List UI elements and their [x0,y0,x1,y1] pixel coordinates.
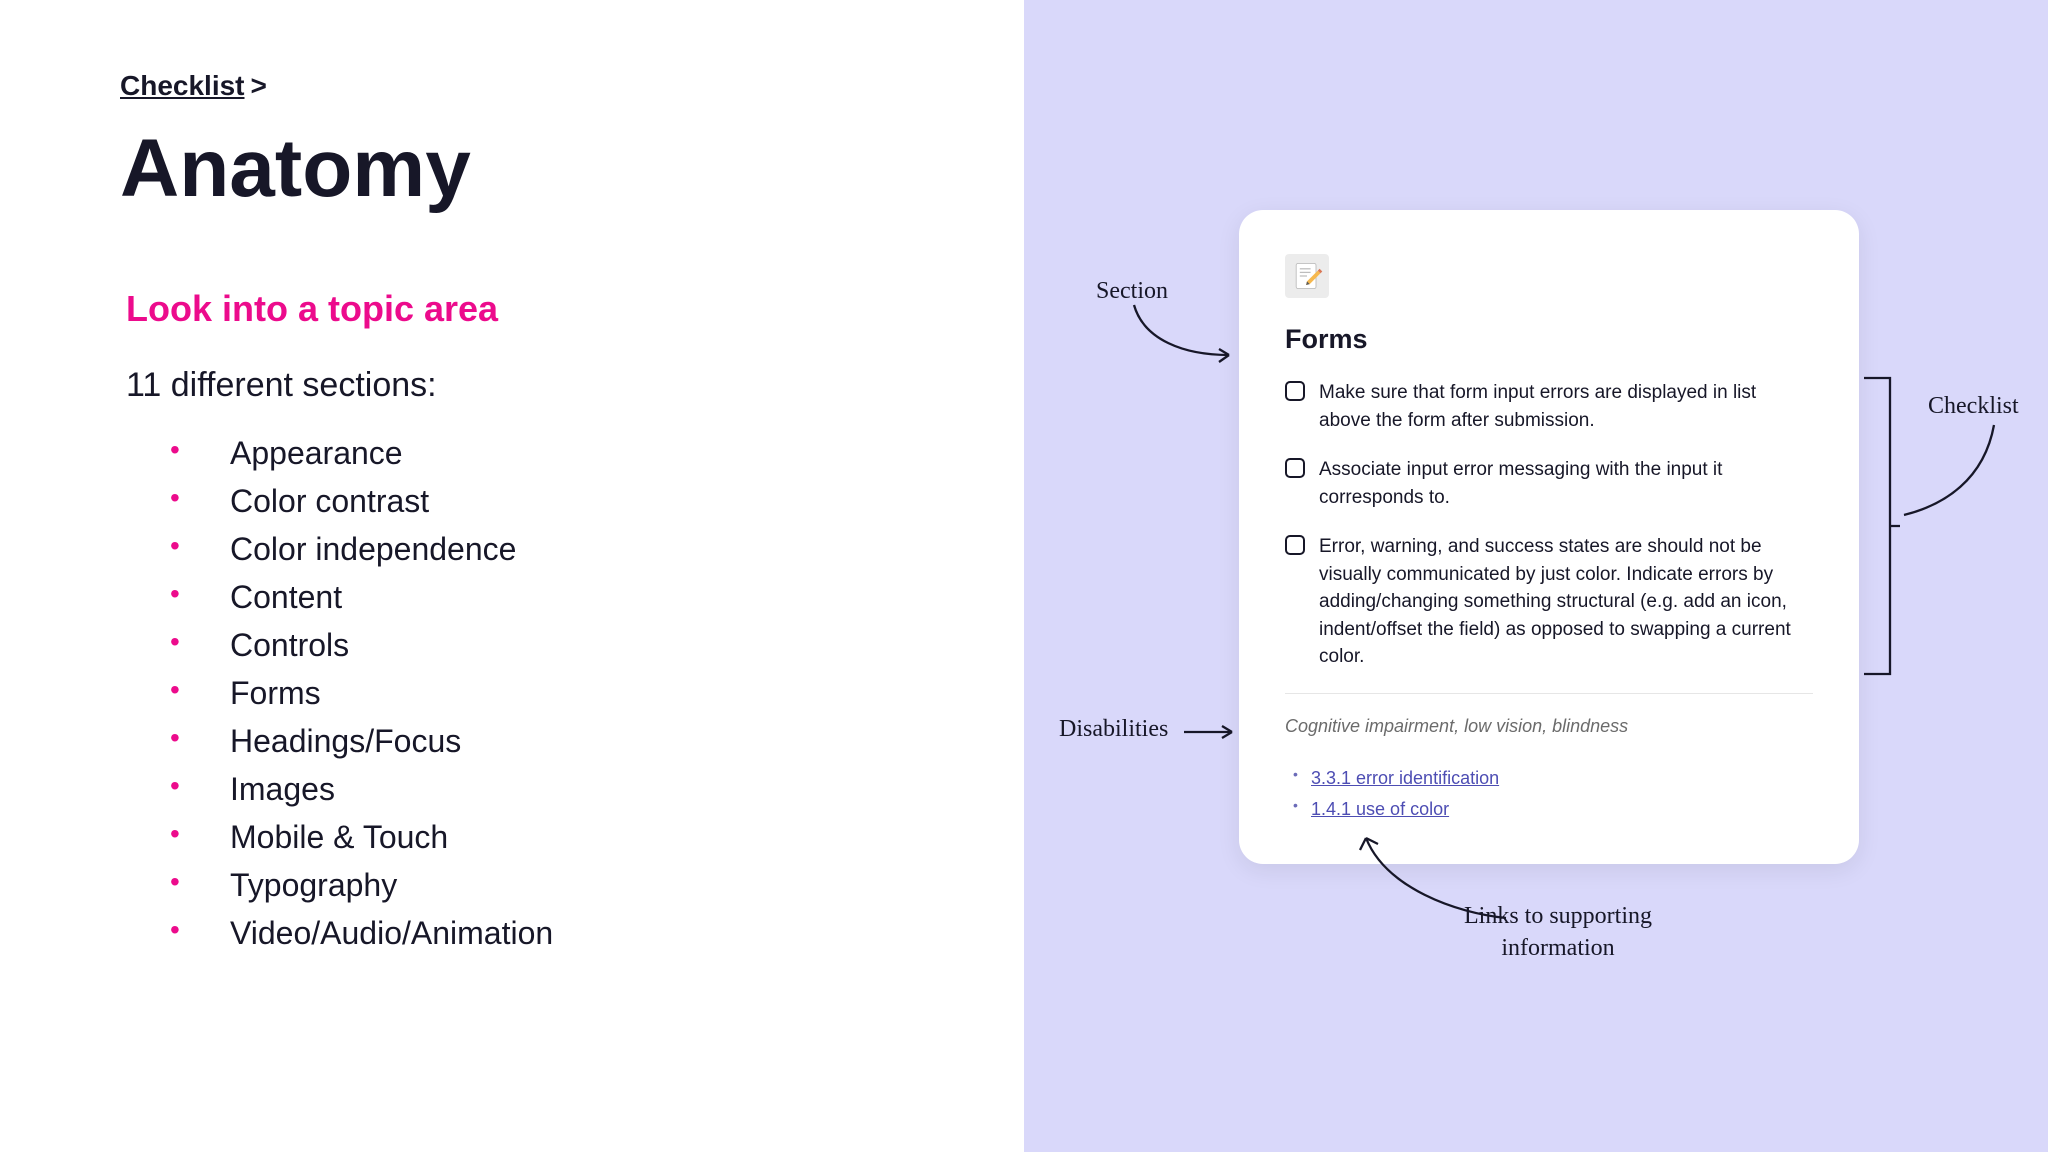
annotation-disabilities: Disabilities [1059,716,1168,743]
sections-count: 11 different sections: [126,366,904,405]
disabilities-text: Cognitive impairment, low vision, blindn… [1285,716,1813,737]
card-title: Forms [1285,324,1813,355]
list-item: 3.3.1 error identification [1285,763,1813,794]
checklist-text: Make sure that form input errors are dis… [1319,379,1813,434]
list-item: Typography [170,861,904,909]
list-item: Content [170,573,904,621]
list-item: Mobile & Touch [170,813,904,861]
checklist-text: Associate input error messaging with the… [1319,456,1813,511]
arrow-icon [1182,722,1242,742]
wcag-link[interactable]: 3.3.1 error identification [1311,768,1499,788]
checklist-item: Error, warning, and success states are s… [1285,533,1813,671]
list-item: Forms [170,669,904,717]
subtitle: Look into a topic area [126,288,904,330]
list-item: Images [170,765,904,813]
list-item: 1.4.1 use of color [1285,794,1813,825]
list-item: Color independence [170,525,904,573]
checkbox[interactable] [1285,458,1305,478]
checklist-text: Error, warning, and success states are s… [1319,533,1813,671]
memo-icon [1285,254,1329,298]
arrow-icon [1356,828,1516,928]
checklist-item: Associate input error messaging with the… [1285,456,1813,511]
breadcrumb-caret: > [251,70,267,101]
wcag-link[interactable]: 1.4.1 use of color [1311,799,1449,819]
divider [1285,693,1813,694]
arrow-icon [1894,420,2004,520]
list-item: Controls [170,621,904,669]
annotation-checklist: Checklist [1928,393,2019,420]
breadcrumb-link[interactable]: Checklist [120,70,245,102]
list-item: Color contrast [170,477,904,525]
list-item: Appearance [170,429,904,477]
checklist-item: Make sure that form input errors are dis… [1285,379,1813,434]
arrow-icon [1124,300,1244,370]
sections-list: Appearance Color contrast Color independ… [170,429,904,957]
supporting-links: 3.3.1 error identification 1.4.1 use of … [1285,763,1813,824]
list-item: Video/Audio/Animation [170,909,904,957]
checkbox[interactable] [1285,381,1305,401]
page-title: Anatomy [120,122,904,216]
checklist-card: Forms Make sure that form input errors a… [1239,210,1859,864]
checkbox[interactable] [1285,535,1305,555]
list-item: Headings/Focus [170,717,904,765]
